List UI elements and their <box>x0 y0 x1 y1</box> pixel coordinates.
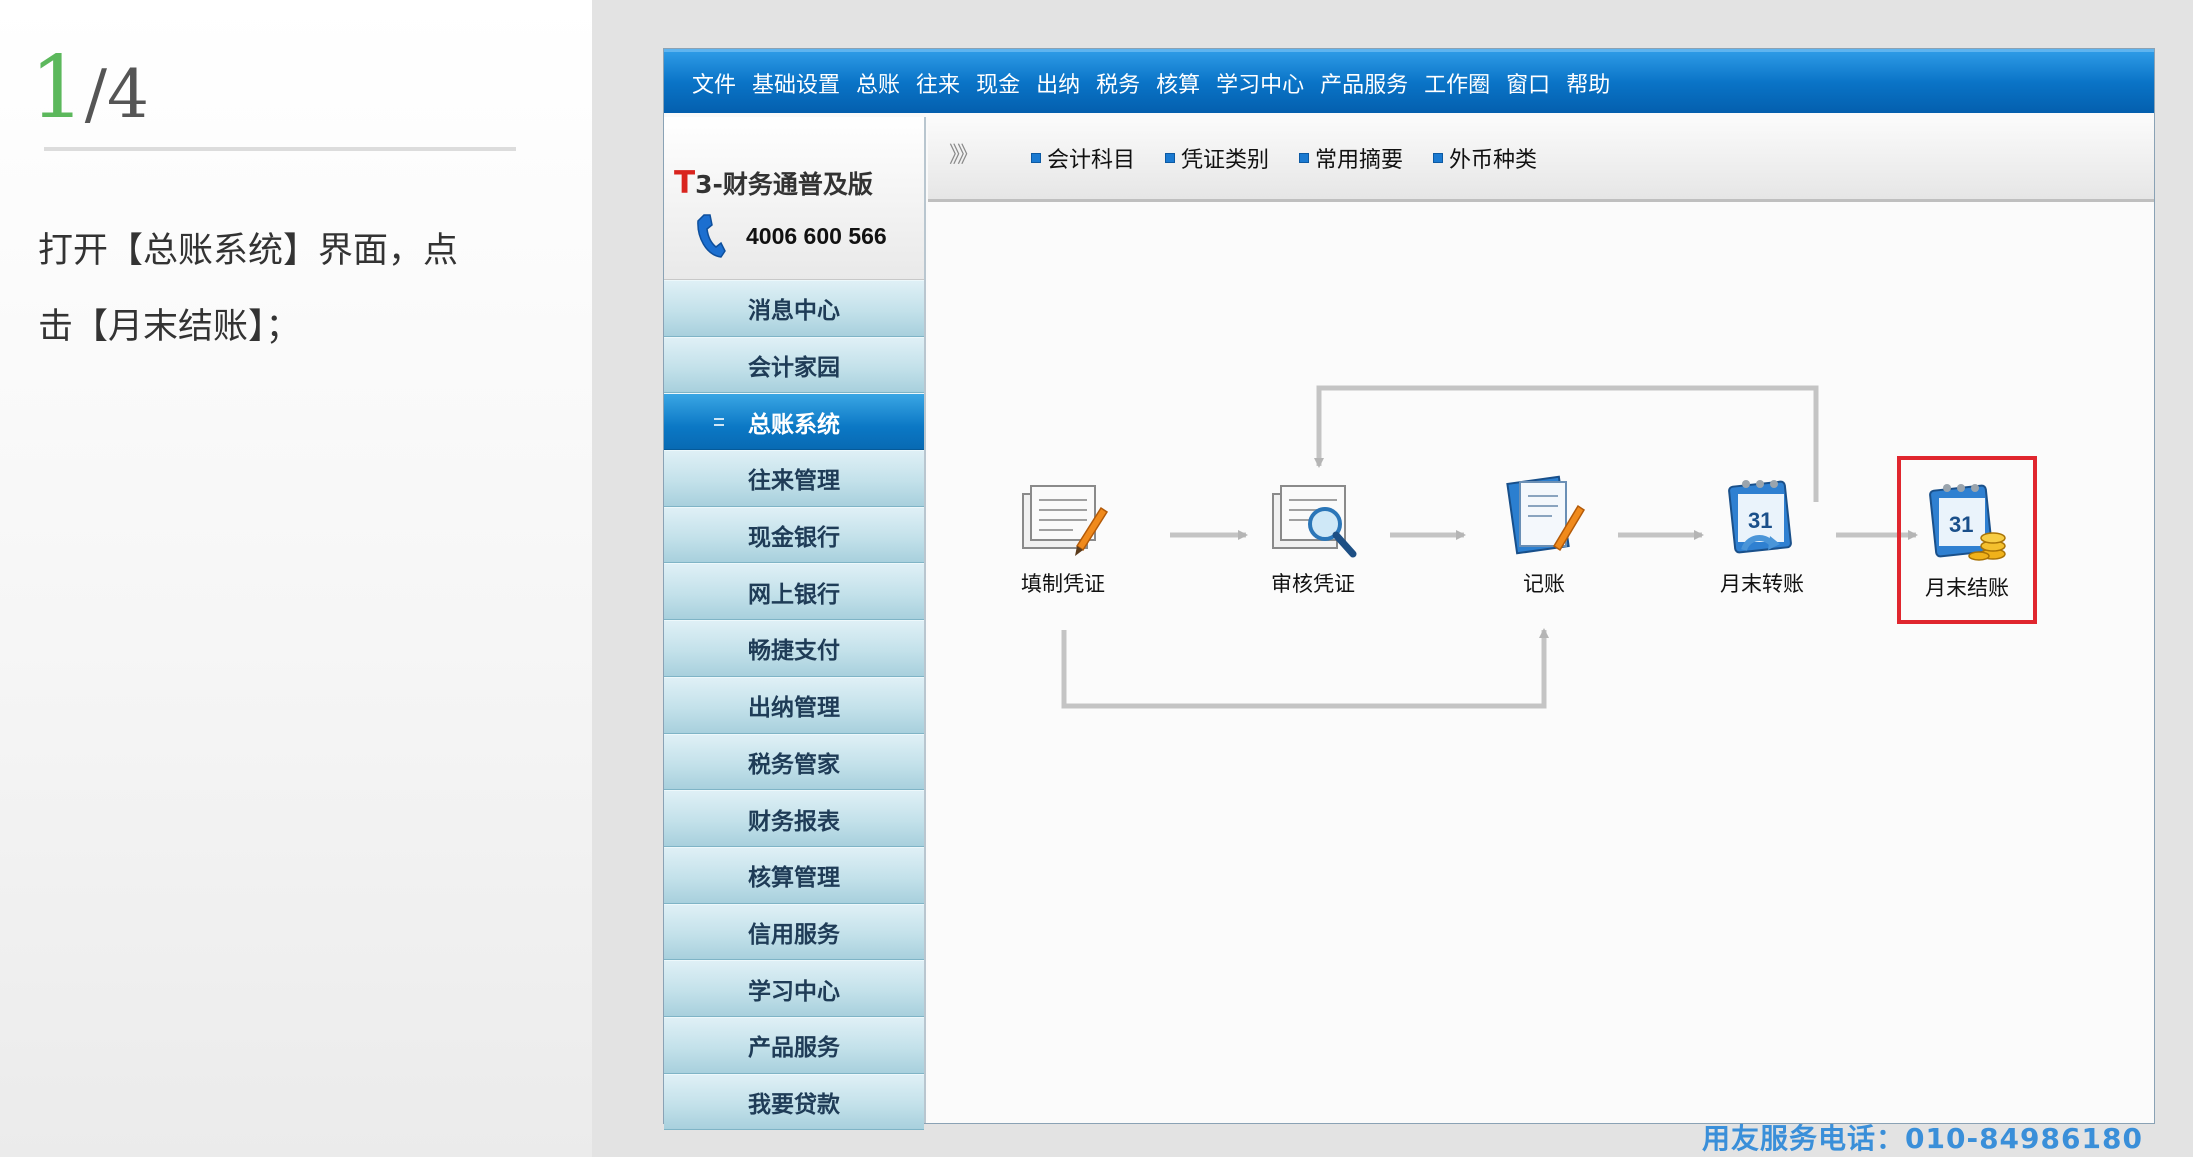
brand-phone: 4006 600 566 <box>746 222 887 249</box>
nav-item-cashier[interactable]: 出纳管理 <box>664 676 924 734</box>
nav-item-label: 会计家园 <box>748 355 840 382</box>
flow-connectors <box>1061 385 1918 709</box>
bullet-icon <box>1299 153 1310 163</box>
nav-item-label: 网上银行 <box>748 581 840 608</box>
flow-label: 审核凭证 <box>1271 572 1355 596</box>
toolbar-link-currencies[interactable]: 外币种类 <box>1433 142 1537 174</box>
menu-receivables[interactable]: 往来 <box>916 67 960 99</box>
flow-label: 月末转账 <box>1720 572 1804 596</box>
nav-item-chanjet-pay[interactable]: 畅捷支付 <box>664 620 924 677</box>
menu-window[interactable]: 窗口 <box>1506 67 1550 99</box>
nav-item-financial-reports[interactable]: 财务报表 <box>664 790 924 847</box>
toolbar-link-label: 外币种类 <box>1449 148 1538 173</box>
toolbar-link-voucher-types[interactable]: 凭证类别 <box>1165 142 1269 174</box>
nav-item-loan[interactable]: 我要贷款 <box>664 1073 924 1131</box>
svg-text:31: 31 <box>1949 512 1973 537</box>
brand-name: 3-财务通普及版 <box>695 170 873 199</box>
flow-label: 记账 <box>1523 572 1565 596</box>
toolbar-link-label: 常用摘要 <box>1315 148 1404 173</box>
nav-item-label: 往来管理 <box>748 468 840 495</box>
flow-month-close[interactable]: 31 月末结账 <box>1897 456 2037 624</box>
nav-item-label: 核算管理 <box>748 865 840 892</box>
flow-label: 填制凭证 <box>1021 572 1105 596</box>
voucher-audit-icon <box>1272 485 1357 558</box>
voucher-edit-icon <box>1022 485 1109 556</box>
flow-month-transfer[interactable]: 31 月末转账 <box>1692 472 1832 598</box>
svg-text:31: 31 <box>1748 508 1772 533</box>
toolbar-link-common-summaries[interactable]: 常用摘要 <box>1299 142 1403 174</box>
collapse-icon <box>714 417 724 426</box>
nav-item-label: 产品服务 <box>748 1035 840 1062</box>
phone-icon <box>694 213 726 259</box>
nav-item-label: 我要贷款 <box>748 1091 840 1118</box>
menu-accounting[interactable]: 核算 <box>1156 67 1200 99</box>
brand-title: T3-财务通普及版 <box>674 165 873 201</box>
menu-help[interactable]: 帮助 <box>1566 67 1610 99</box>
brand-logo-letter: T <box>674 165 696 201</box>
menu-file[interactable]: 文件 <box>692 67 736 99</box>
nav-item-label: 财务报表 <box>748 808 840 835</box>
instruction-line-1: 打开【总账系统】界面，点 <box>38 231 459 271</box>
flow-audit-voucher[interactable]: 审核凭证 <box>1243 472 1383 598</box>
nav-item-label: 现金银行 <box>748 525 840 552</box>
expand-toggle[interactable]: 》》 <box>949 137 979 169</box>
toolbar-link-label: 凭证类别 <box>1181 148 1270 173</box>
nav-item-receivables[interactable]: 往来管理 <box>664 450 924 507</box>
flow-label: 月末结账 <box>1925 576 2009 600</box>
nav-item-label: 出纳管理 <box>748 695 840 722</box>
toolbar-link-label: 会计科目 <box>1047 148 1136 173</box>
bullet-icon <box>1433 153 1444 163</box>
app-window: 文件 基础设置 总账 往来 现金 出纳 税务 核算 学习中心 产品服务 工作圈 … <box>663 48 2155 1131</box>
nav-item-label: 信用服务 <box>748 921 840 948</box>
month-close-icon: 31 <box>1929 484 2006 561</box>
ledger-post-icon <box>1506 475 1586 555</box>
nav-item-message-center[interactable]: 消息中心 <box>664 280 924 337</box>
workspace: 填制凭证 审核凭证 记账 31 月末转账 31 月末结账 <box>928 202 2154 1123</box>
nav-item-accountant-home[interactable]: 会计家园 <box>664 336 924 394</box>
nav-item-label: 畅捷支付 <box>748 638 840 665</box>
flow-fill-voucher[interactable]: 填制凭证 <box>993 472 1133 598</box>
nav-item-tax-manager[interactable]: 税务管家 <box>664 733 924 791</box>
toolbar-link-accounts[interactable]: 会计科目 <box>1031 142 1135 174</box>
bullet-icon <box>1031 153 1041 163</box>
nav-item-accounting-management[interactable]: 核算管理 <box>664 846 924 904</box>
footer-service-phone: 用友服务电话：010-84986180 <box>1702 1122 2143 1155</box>
menu-tax[interactable]: 税务 <box>1096 67 1140 99</box>
nav-item-product-services[interactable]: 产品服务 <box>664 1016 924 1074</box>
instruction-panel: 1/4 打开【总账系统】界面，点 击【月末结账】； <box>0 0 592 1157</box>
menu-general-ledger[interactable]: 总账 <box>856 67 900 99</box>
menu-cash[interactable]: 现金 <box>976 67 1020 99</box>
menu-basic-settings[interactable]: 基础设置 <box>752 67 840 99</box>
brand-box: T3-财务通普及版 4006 600 566 <box>664 117 924 280</box>
flow-post-ledger[interactable]: 记账 <box>1474 472 1614 598</box>
toolbar: 》》 会计科目 凭证类别 常用摘要 外币种类 <box>928 117 2154 202</box>
nav-item-label: 总账系统 <box>748 411 840 438</box>
step-current: 1 <box>30 38 85 138</box>
nav-list: 消息中心 会计家园 总账系统 往来管理 现金银行 网上银行 畅捷支付 出纳管理 … <box>664 280 924 1131</box>
nav-item-label: 学习中心 <box>748 978 840 1005</box>
step-total: /4 <box>84 56 149 133</box>
nav-item-learning-center[interactable]: 学习中心 <box>664 960 924 1017</box>
menu-work-circle[interactable]: 工作圈 <box>1424 67 1490 99</box>
nav-item-general-ledger[interactable]: 总账系统 <box>664 393 924 451</box>
nav-item-label: 税务管家 <box>748 751 840 778</box>
month-transfer-icon: 31 <box>1728 480 1792 554</box>
step-counter: 1/4 <box>30 38 149 138</box>
menu-product-services[interactable]: 产品服务 <box>1320 67 1408 99</box>
nav-item-online-bank[interactable]: 网上银行 <box>664 563 924 621</box>
bullet-icon <box>1165 153 1176 163</box>
menu-cashier[interactable]: 出纳 <box>1036 67 1080 99</box>
divider <box>44 147 516 151</box>
nav-item-cash-bank[interactable]: 现金银行 <box>664 506 924 564</box>
instruction-text: 打开【总账系统】界面，点 击【月末结账】； <box>38 213 518 365</box>
menu-learning-center[interactable]: 学习中心 <box>1216 67 1304 99</box>
menu-bar: 文件 基础设置 总账 往来 现金 出纳 税务 核算 学习中心 产品服务 工作圈 … <box>664 49 2154 113</box>
nav-item-label: 消息中心 <box>748 298 840 325</box>
sidebar: T3-财务通普及版 4006 600 566 消息中心 会计家园 总账系统 往来… <box>664 117 926 1131</box>
nav-item-credit-services[interactable]: 信用服务 <box>664 903 924 961</box>
instruction-line-2: 击【月末结账】； <box>38 307 301 347</box>
brand-phone-row: 4006 600 566 <box>694 213 887 259</box>
